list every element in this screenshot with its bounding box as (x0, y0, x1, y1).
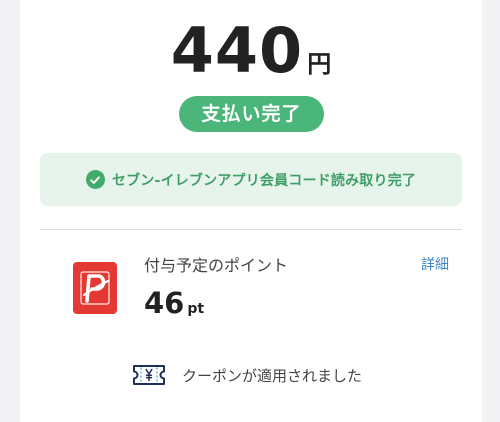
points-details-link[interactable]: 詳細 (421, 254, 449, 274)
points-value: 46 (144, 286, 185, 320)
paypay-logo (73, 262, 117, 314)
coupon-ticket-icon (132, 363, 166, 387)
payment-status-badge: 支払い完了 (179, 96, 324, 132)
amount-currency-unit: 円 (307, 50, 332, 78)
coupon-applied-row: クーポンが適用されました (132, 363, 362, 387)
section-divider (40, 229, 462, 230)
payment-complete-card: 440 円 支払い完了 セブン-イレブンアプリ会員コード読み取り完了 付与予定のポ… (20, 0, 482, 422)
member-code-notice: セブン-イレブンアプリ会員コード読み取り完了 (40, 153, 462, 206)
check-circle-icon (85, 170, 105, 189)
points-label: 付与予定のポイント (144, 256, 289, 275)
notice-text: セブン-イレブンアプリ会員コード読み取り完了 (111, 172, 417, 189)
points-amount: 46 pt (144, 286, 204, 320)
coupon-applied-text: クーポンが適用されました (182, 366, 363, 385)
payment-amount: 440 円 (20, 14, 482, 87)
amount-value: 440 (170, 14, 304, 87)
points-unit: pt (187, 301, 205, 317)
